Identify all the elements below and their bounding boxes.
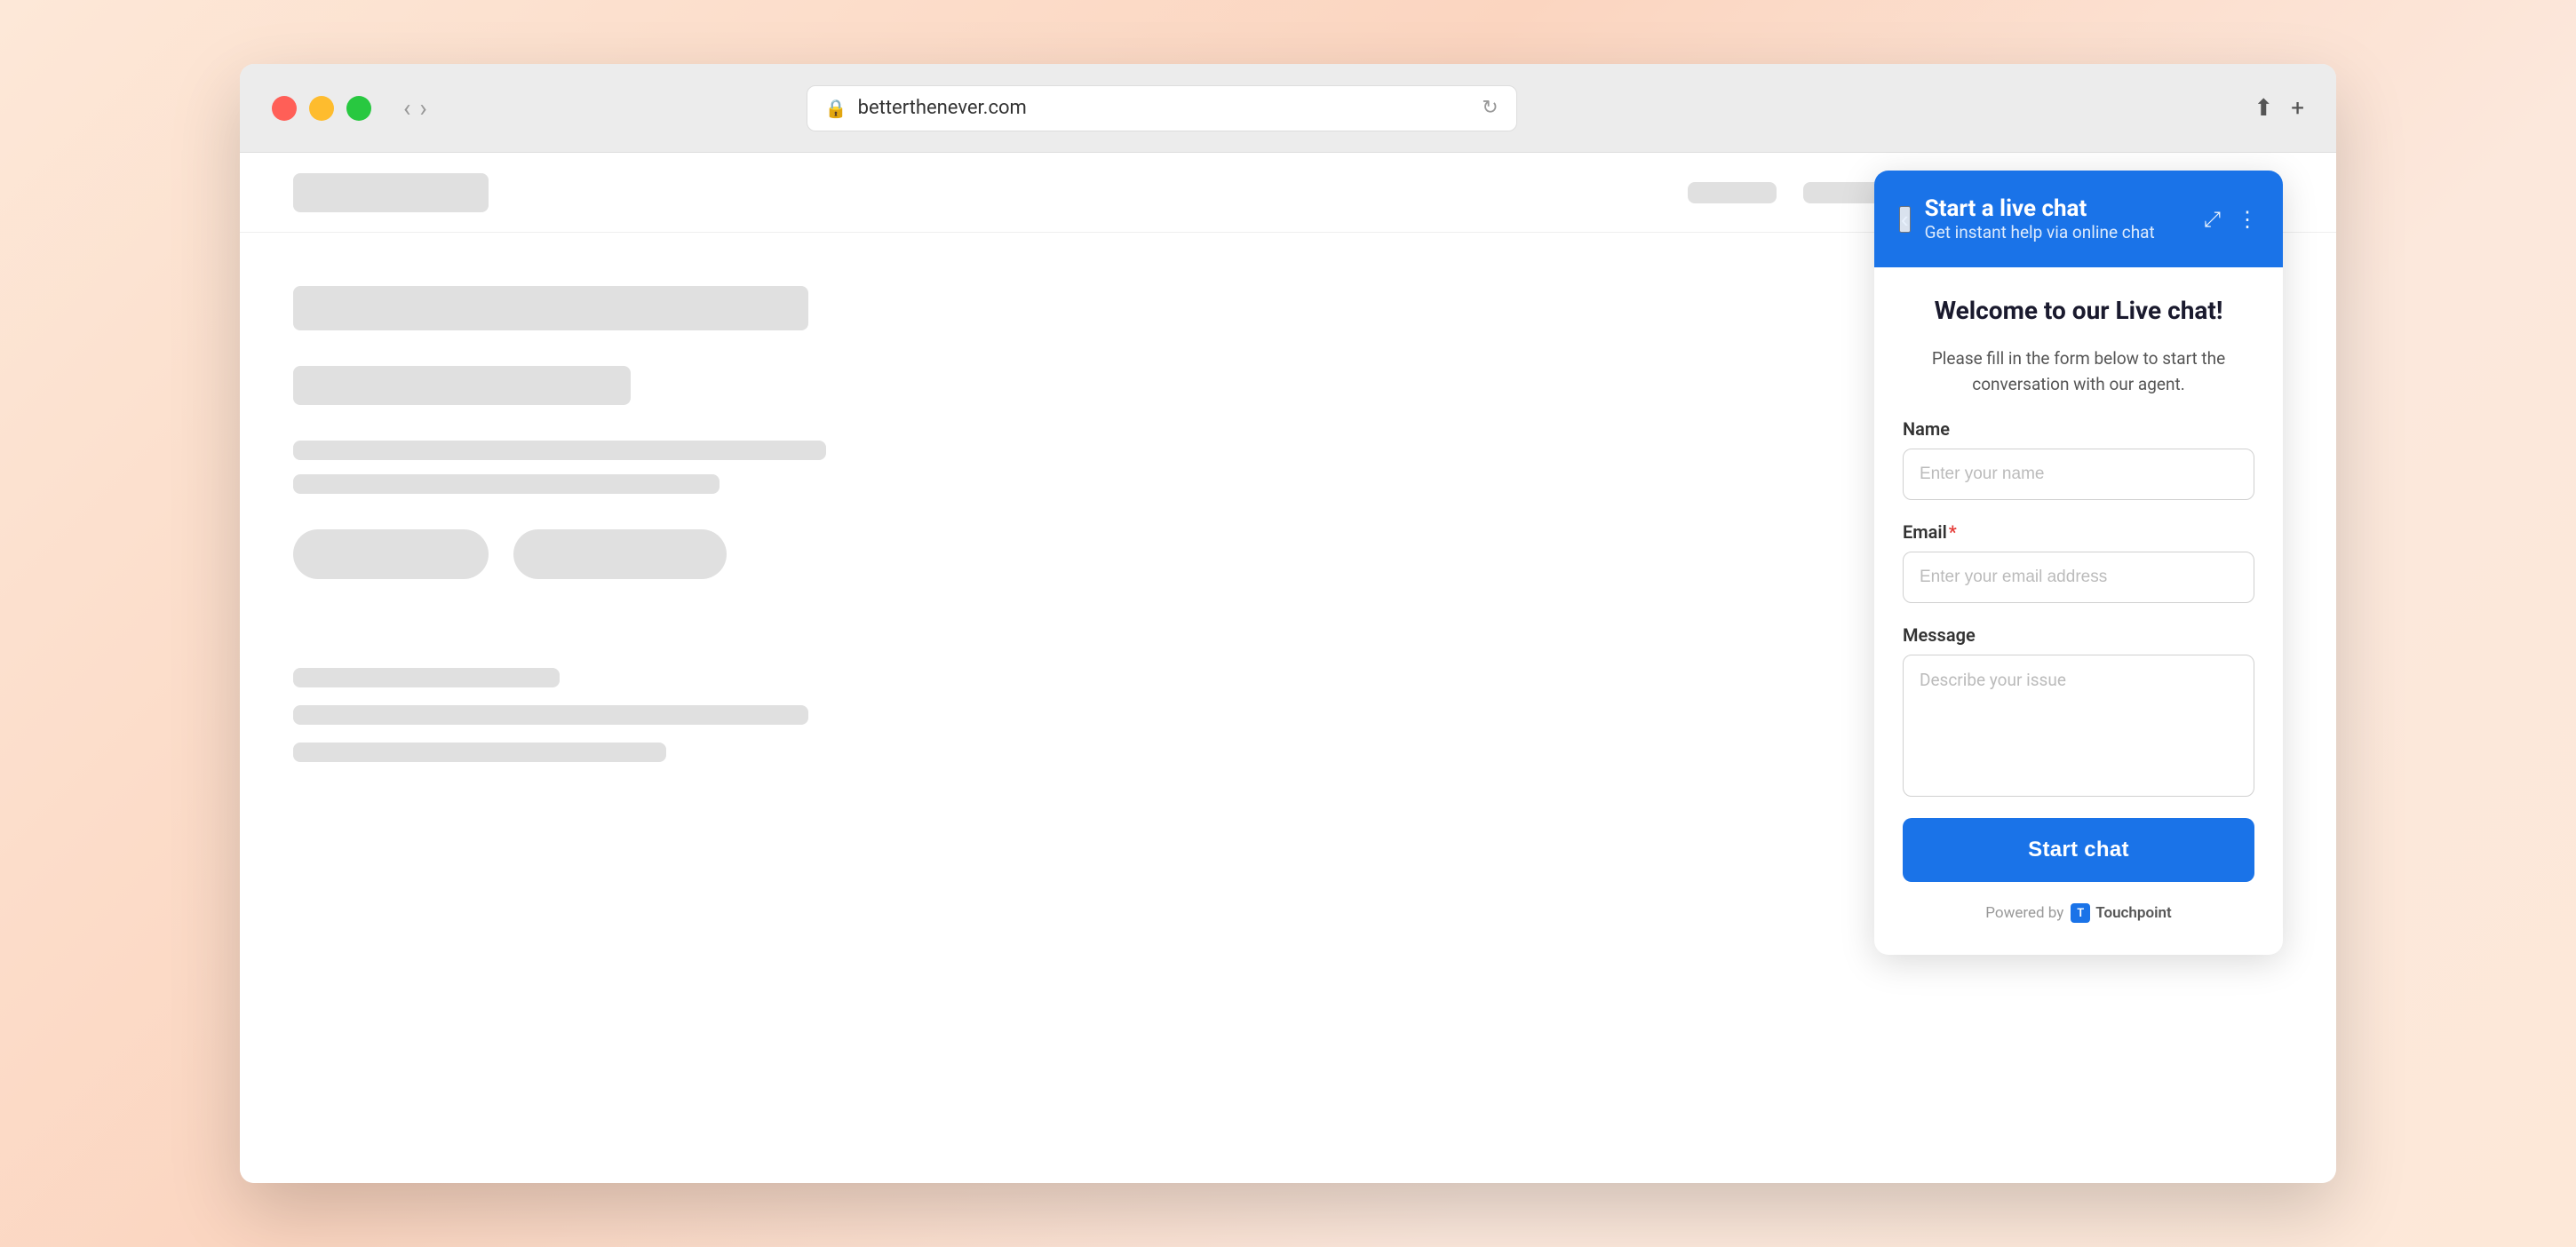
message-label: Message <box>1903 624 2254 646</box>
url-display: betterthenever.com <box>858 97 1027 119</box>
email-form-group: Email* <box>1903 521 2254 603</box>
email-label: Email* <box>1903 521 2254 543</box>
nav-link[interactable] <box>1688 182 1777 203</box>
name-form-group: Name <box>1903 418 2254 500</box>
skeleton-text <box>293 474 720 494</box>
email-input[interactable] <box>1903 552 2254 603</box>
message-form-group: Message <box>1903 624 2254 797</box>
chat-more-icon[interactable]: ⋮ <box>2237 207 2258 232</box>
start-chat-button[interactable]: Start chat <box>1903 818 2254 882</box>
chat-body: Welcome to our Live chat! Please fill in… <box>1874 267 2283 955</box>
chat-subtitle: Get instant help via online chat <box>1925 222 2190 242</box>
chat-header: ‹ Start a live chat Get instant help via… <box>1874 171 2283 267</box>
skeleton-button <box>293 529 489 579</box>
skeleton-text <box>293 668 560 687</box>
skeleton-block <box>293 366 631 405</box>
chat-back-button[interactable]: ‹ <box>1899 206 1911 233</box>
skeleton-button <box>513 529 727 579</box>
chat-widget: ‹ Start a live chat Get instant help via… <box>1856 153 2283 1183</box>
message-textarea[interactable] <box>1903 655 2254 797</box>
name-label: Name <box>1903 418 2254 440</box>
lock-icon: 🔒 <box>825 98 847 119</box>
forward-arrow[interactable]: › <box>419 96 426 121</box>
name-input[interactable] <box>1903 449 2254 500</box>
browser-window: ‹ › 🔒 betterthenever.com ↻ ⬆ + <box>240 64 2336 1183</box>
back-arrow[interactable]: ‹ <box>403 96 410 121</box>
maximize-button[interactable] <box>346 96 371 121</box>
reload-icon[interactable]: ↻ <box>1482 97 1498 119</box>
minimize-button[interactable] <box>309 96 334 121</box>
share-icon[interactable]: ⬆ <box>2254 95 2273 122</box>
browser-actions: ⬆ + <box>2254 95 2304 122</box>
new-tab-icon[interactable]: + <box>2291 95 2304 122</box>
powered-by-text: Powered by <box>1985 904 2063 922</box>
touchpoint-icon: T <box>2071 903 2090 923</box>
chat-title: Start a live chat <box>1925 195 2190 222</box>
skeleton-text <box>293 743 666 762</box>
chat-expand-icon[interactable]: ⤢ <box>2204 207 2221 232</box>
browser-toolbar: ‹ › 🔒 betterthenever.com ↻ ⬆ + <box>240 64 2336 153</box>
skeleton-text <box>293 441 826 460</box>
skeleton-text <box>293 705 808 725</box>
traffic-lights <box>272 96 371 121</box>
skeleton-block <box>293 286 808 330</box>
touchpoint-logo: T Touchpoint <box>2071 903 2171 923</box>
powered-by: Powered by T Touchpoint <box>1903 903 2254 930</box>
chat-welcome-text: Please fill in the form below to start t… <box>1903 346 2254 397</box>
browser-content: ‹ Start a live chat Get instant help via… <box>240 153 2336 1183</box>
chat-panel: ‹ Start a live chat Get instant help via… <box>1874 171 2283 955</box>
chat-header-text: Start a live chat Get instant help via o… <box>1925 195 2190 242</box>
nav-logo <box>293 173 489 212</box>
nav-arrows: ‹ › <box>403 96 427 121</box>
chat-welcome-title: Welcome to our Live chat! <box>1903 296 2254 325</box>
touchpoint-brand-name: Touchpoint <box>2095 904 2171 922</box>
chat-header-actions: ⤢ ⋮ <box>2204 207 2258 232</box>
close-button[interactable] <box>272 96 297 121</box>
address-bar[interactable]: 🔒 betterthenever.com ↻ <box>807 85 1517 131</box>
required-marker: * <box>1949 521 1957 543</box>
